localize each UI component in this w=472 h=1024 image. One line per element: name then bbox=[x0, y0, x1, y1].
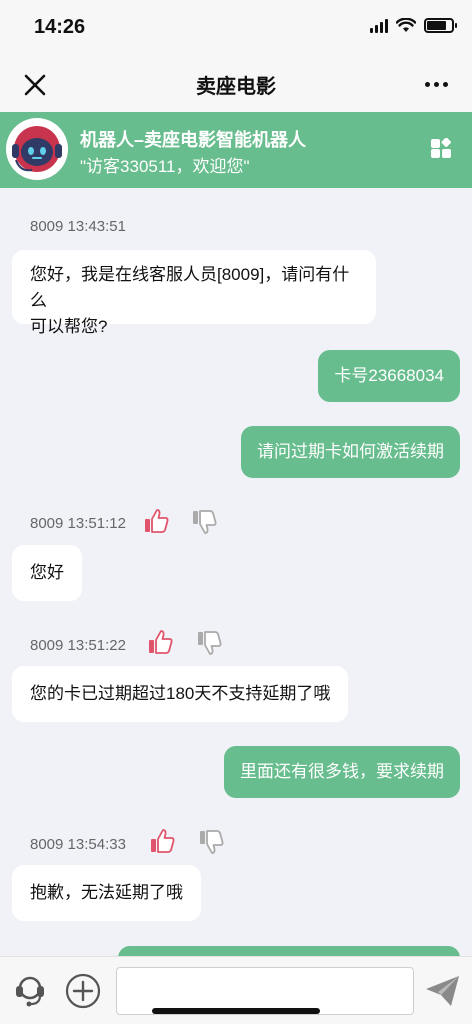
message-timestamp: 8009 13:54:33 bbox=[30, 836, 126, 853]
nav-bar: 卖座电影 bbox=[0, 56, 472, 112]
message-bubble-agent: 您的卡已过期超过180天不支持延期了哦 bbox=[12, 666, 349, 722]
thumbs-down-icon[interactable] bbox=[190, 508, 218, 536]
message-bubble-user: 卡号23668034 bbox=[318, 350, 460, 402]
grid-icon[interactable] bbox=[430, 138, 452, 160]
status-icons bbox=[370, 18, 457, 33]
status-bar: 14:26 bbox=[0, 0, 472, 56]
message-timestamp: 8009 13:51:22 bbox=[30, 637, 126, 654]
thumbs-down-icon[interactable] bbox=[195, 629, 223, 657]
signal-icon bbox=[370, 18, 388, 33]
plus-circle-icon[interactable] bbox=[65, 973, 101, 1009]
robot-name: 机器人–卖座电影智能机器人 bbox=[80, 130, 307, 150]
message-text-line: 可以帮您? bbox=[30, 317, 108, 336]
robot-avatar-icon bbox=[12, 126, 62, 172]
page-title: 卖座电影 bbox=[196, 76, 276, 98]
wifi-icon bbox=[396, 18, 416, 32]
status-time: 14:26 bbox=[34, 16, 86, 38]
message-bubble-agent: 您好 bbox=[12, 545, 82, 601]
message-bubble-agent: 抱歉，无法延期了哦 bbox=[12, 865, 201, 921]
message-timestamp: 8009 13:51:12 bbox=[30, 515, 126, 532]
thumbs-up-icon[interactable] bbox=[146, 628, 174, 656]
more-button[interactable] bbox=[420, 70, 452, 98]
robot-banner: 机器人–卖座电影智能机器人 "访客330511，欢迎您" bbox=[0, 112, 472, 188]
send-icon[interactable] bbox=[424, 973, 462, 1009]
battery-icon bbox=[424, 18, 457, 33]
thumbs-up-icon[interactable] bbox=[148, 827, 176, 855]
message-timestamp: 8009 13:43:51 bbox=[30, 218, 126, 235]
message-bubble-user: 里面还有很多钱，要求续期 bbox=[224, 746, 460, 798]
thumbs-down-icon[interactable] bbox=[197, 828, 225, 856]
robot-greeting: "访客330511，欢迎您" bbox=[80, 157, 250, 176]
thumbs-up-icon[interactable] bbox=[142, 507, 170, 535]
message-text-line: 您好，我是在线客服人员[8009]，请问有什么 bbox=[30, 265, 350, 310]
robot-avatar bbox=[6, 118, 68, 180]
home-indicator bbox=[152, 1008, 320, 1014]
message-bubble-user: 请问过期卡如何激活续期 bbox=[241, 426, 460, 478]
message-bubble-agent: 您好，我是在线客服人员[8009]，请问有什么 可以帮您? bbox=[12, 250, 376, 336]
more-icon bbox=[424, 81, 430, 87]
headset-icon[interactable] bbox=[12, 973, 48, 1009]
